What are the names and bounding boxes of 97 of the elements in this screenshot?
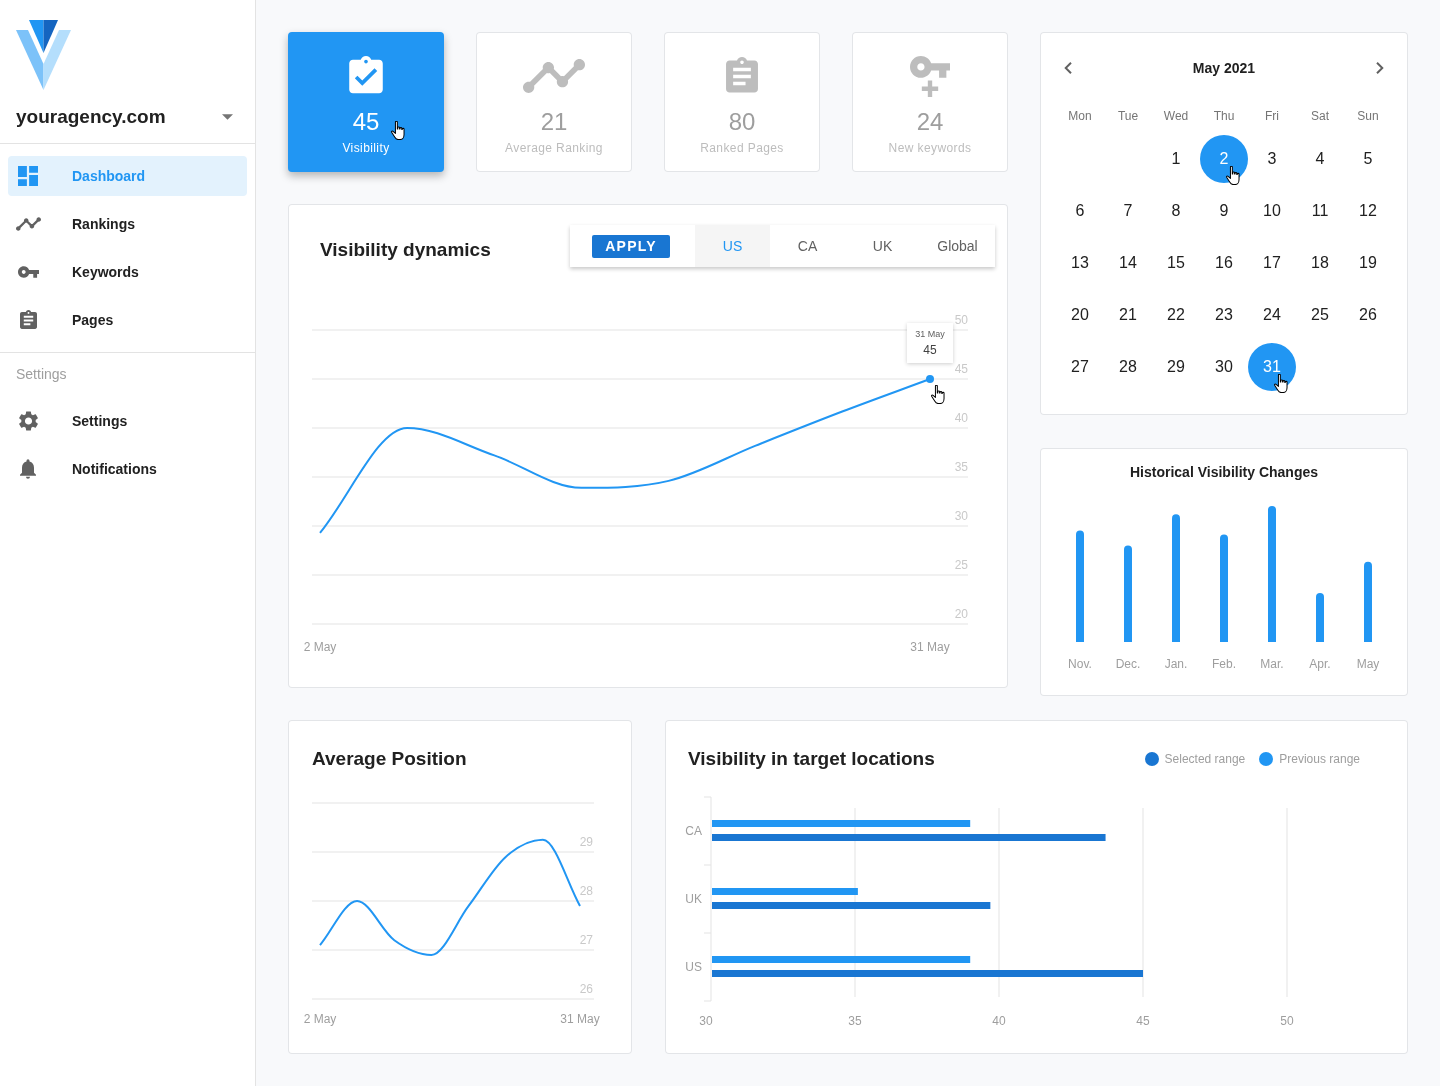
calendar-day[interactable]: 10 — [1248, 187, 1296, 235]
axis-label: 45 — [1136, 1014, 1150, 1028]
calendar-day[interactable]: 15 — [1152, 239, 1200, 287]
axis-label: Feb. — [1211, 656, 1237, 672]
legend-label: Selected range — [1164, 752, 1246, 766]
data-point-icon[interactable] — [926, 375, 934, 383]
axis-label: May — [1355, 656, 1381, 672]
calendar-day[interactable]: 14 — [1104, 239, 1152, 287]
axis-label: 31 May — [910, 640, 950, 654]
clipboard-icon — [19, 309, 37, 331]
axis-label: UK — [685, 892, 702, 906]
axis-label: 2 May — [303, 1012, 337, 1026]
calendar-day[interactable]: 16 — [1200, 239, 1248, 287]
calendar-day[interactable]: 22 — [1152, 291, 1200, 339]
calendar-day[interactable]: 1 — [1152, 135, 1200, 183]
stat-value: 45 — [352, 108, 380, 136]
calendar-day[interactable]: 5 — [1344, 135, 1392, 183]
axis-label: 31 May — [560, 1012, 600, 1026]
axis-label: 50 — [1280, 1014, 1294, 1028]
calendar-day[interactable]: 13 — [1056, 239, 1104, 287]
weekday-label: Sun — [1356, 109, 1380, 123]
axis-label: 35 — [848, 1014, 862, 1028]
calendar-day[interactable]: 7 — [1104, 187, 1152, 235]
settings-icon — [18, 411, 38, 431]
weekday-label: Thu — [1212, 109, 1236, 123]
calendar-day[interactable]: 29 — [1152, 343, 1200, 391]
stat-value: 80 — [728, 108, 756, 136]
calendar-day[interactable]: 8 — [1152, 187, 1200, 235]
tab[interactable]: CA — [770, 225, 845, 267]
tooltip-value: 45 — [923, 343, 937, 357]
card-title: Visibility in target locations — [688, 748, 935, 770]
weekday-label: Mon — [1067, 109, 1093, 123]
calendar-day[interactable]: 11 — [1296, 187, 1344, 235]
nav-item[interactable]: Settings — [8, 401, 247, 441]
key-plus-icon — [910, 55, 950, 97]
line-chart-icon — [523, 59, 585, 93]
weekday-label: Fri — [1264, 109, 1280, 123]
section-heading: Settings — [15, 365, 68, 384]
stat-value: 21 — [540, 108, 568, 136]
nav-item[interactable]: Pages — [8, 300, 247, 340]
calendar-day[interactable]: 24 — [1248, 291, 1296, 339]
weekday-label: Sat — [1310, 109, 1330, 123]
axis-label: 40 — [992, 1014, 1006, 1028]
stat-value: 24 — [916, 108, 944, 136]
axis-label: Mar. — [1259, 656, 1285, 672]
weekday-label: Wed — [1162, 109, 1190, 123]
card-title: Average Position — [311, 748, 468, 770]
calendar-day[interactable]: 25 — [1296, 291, 1344, 339]
calendar-day[interactable]: 19 — [1344, 239, 1392, 287]
axis-label: Apr. — [1308, 656, 1332, 672]
calendar-day[interactable]: 27 — [1056, 343, 1104, 391]
calendar-day[interactable]: 3 — [1248, 135, 1296, 183]
bell-icon — [20, 459, 36, 479]
nav-item[interactable]: Notifications — [8, 449, 247, 489]
tab[interactable]: Global — [920, 225, 995, 267]
axis-label: 30 — [699, 1014, 713, 1028]
stat-label: Ranked Pages — [700, 140, 784, 156]
domain-name: youragency.com — [16, 106, 166, 128]
weekday-label: Tue — [1116, 109, 1140, 123]
stat-label: Visibility — [342, 140, 390, 156]
legend-label: Previous range — [1279, 752, 1360, 766]
bar — [1316, 593, 1324, 642]
stat-label: Average Ranking — [505, 140, 603, 156]
tooltip-date: 31 May — [915, 329, 945, 339]
axis-label: Dec. — [1114, 656, 1142, 672]
calendar-day[interactable]: 6 — [1056, 187, 1104, 235]
apply-button[interactable]: APPLY — [592, 234, 670, 258]
tab[interactable]: UK — [845, 225, 920, 267]
key-icon — [17, 266, 39, 278]
calendar-day[interactable]: 28 — [1104, 343, 1152, 391]
dashboard-icon — [18, 166, 38, 186]
axis-label: CA — [685, 824, 702, 838]
nav-item[interactable]: Keywords — [8, 252, 247, 292]
calendar-day[interactable]: 30 — [1200, 343, 1248, 391]
calendar-day[interactable]: 9 — [1200, 187, 1248, 235]
calendar-day[interactable]: 23 — [1200, 291, 1248, 339]
month-title: May 2021 — [1192, 60, 1256, 76]
logo-icon — [16, 20, 71, 90]
line-chart-icon — [15, 217, 41, 231]
calendar-day[interactable]: 21 — [1104, 291, 1152, 339]
calendar-day[interactable]: 26 — [1344, 291, 1392, 339]
caret-icon[interactable] — [222, 114, 233, 120]
axis-label: Jan. — [1163, 656, 1189, 672]
axis-label: US — [685, 960, 702, 974]
calendar-day[interactable]: 17 — [1248, 239, 1296, 287]
chart-title: Historical Visibility Changes — [1129, 464, 1319, 480]
nav-item[interactable]: Rankings — [8, 204, 247, 244]
calendar-day[interactable]: 18 — [1296, 239, 1344, 287]
axis-label: 2 May — [303, 640, 337, 654]
stat-label: New keywords — [888, 140, 972, 156]
axis-label: Nov. — [1067, 656, 1093, 672]
chevron-right-icon[interactable] — [1376, 62, 1384, 74]
card-title: Visibility dynamics — [320, 239, 491, 261]
calendar-day[interactable]: 4 — [1296, 135, 1344, 183]
calendar-day[interactable]: 20 — [1056, 291, 1104, 339]
calendar-day[interactable]: 12 — [1344, 187, 1392, 235]
chevron-left-icon[interactable] — [1064, 62, 1072, 74]
